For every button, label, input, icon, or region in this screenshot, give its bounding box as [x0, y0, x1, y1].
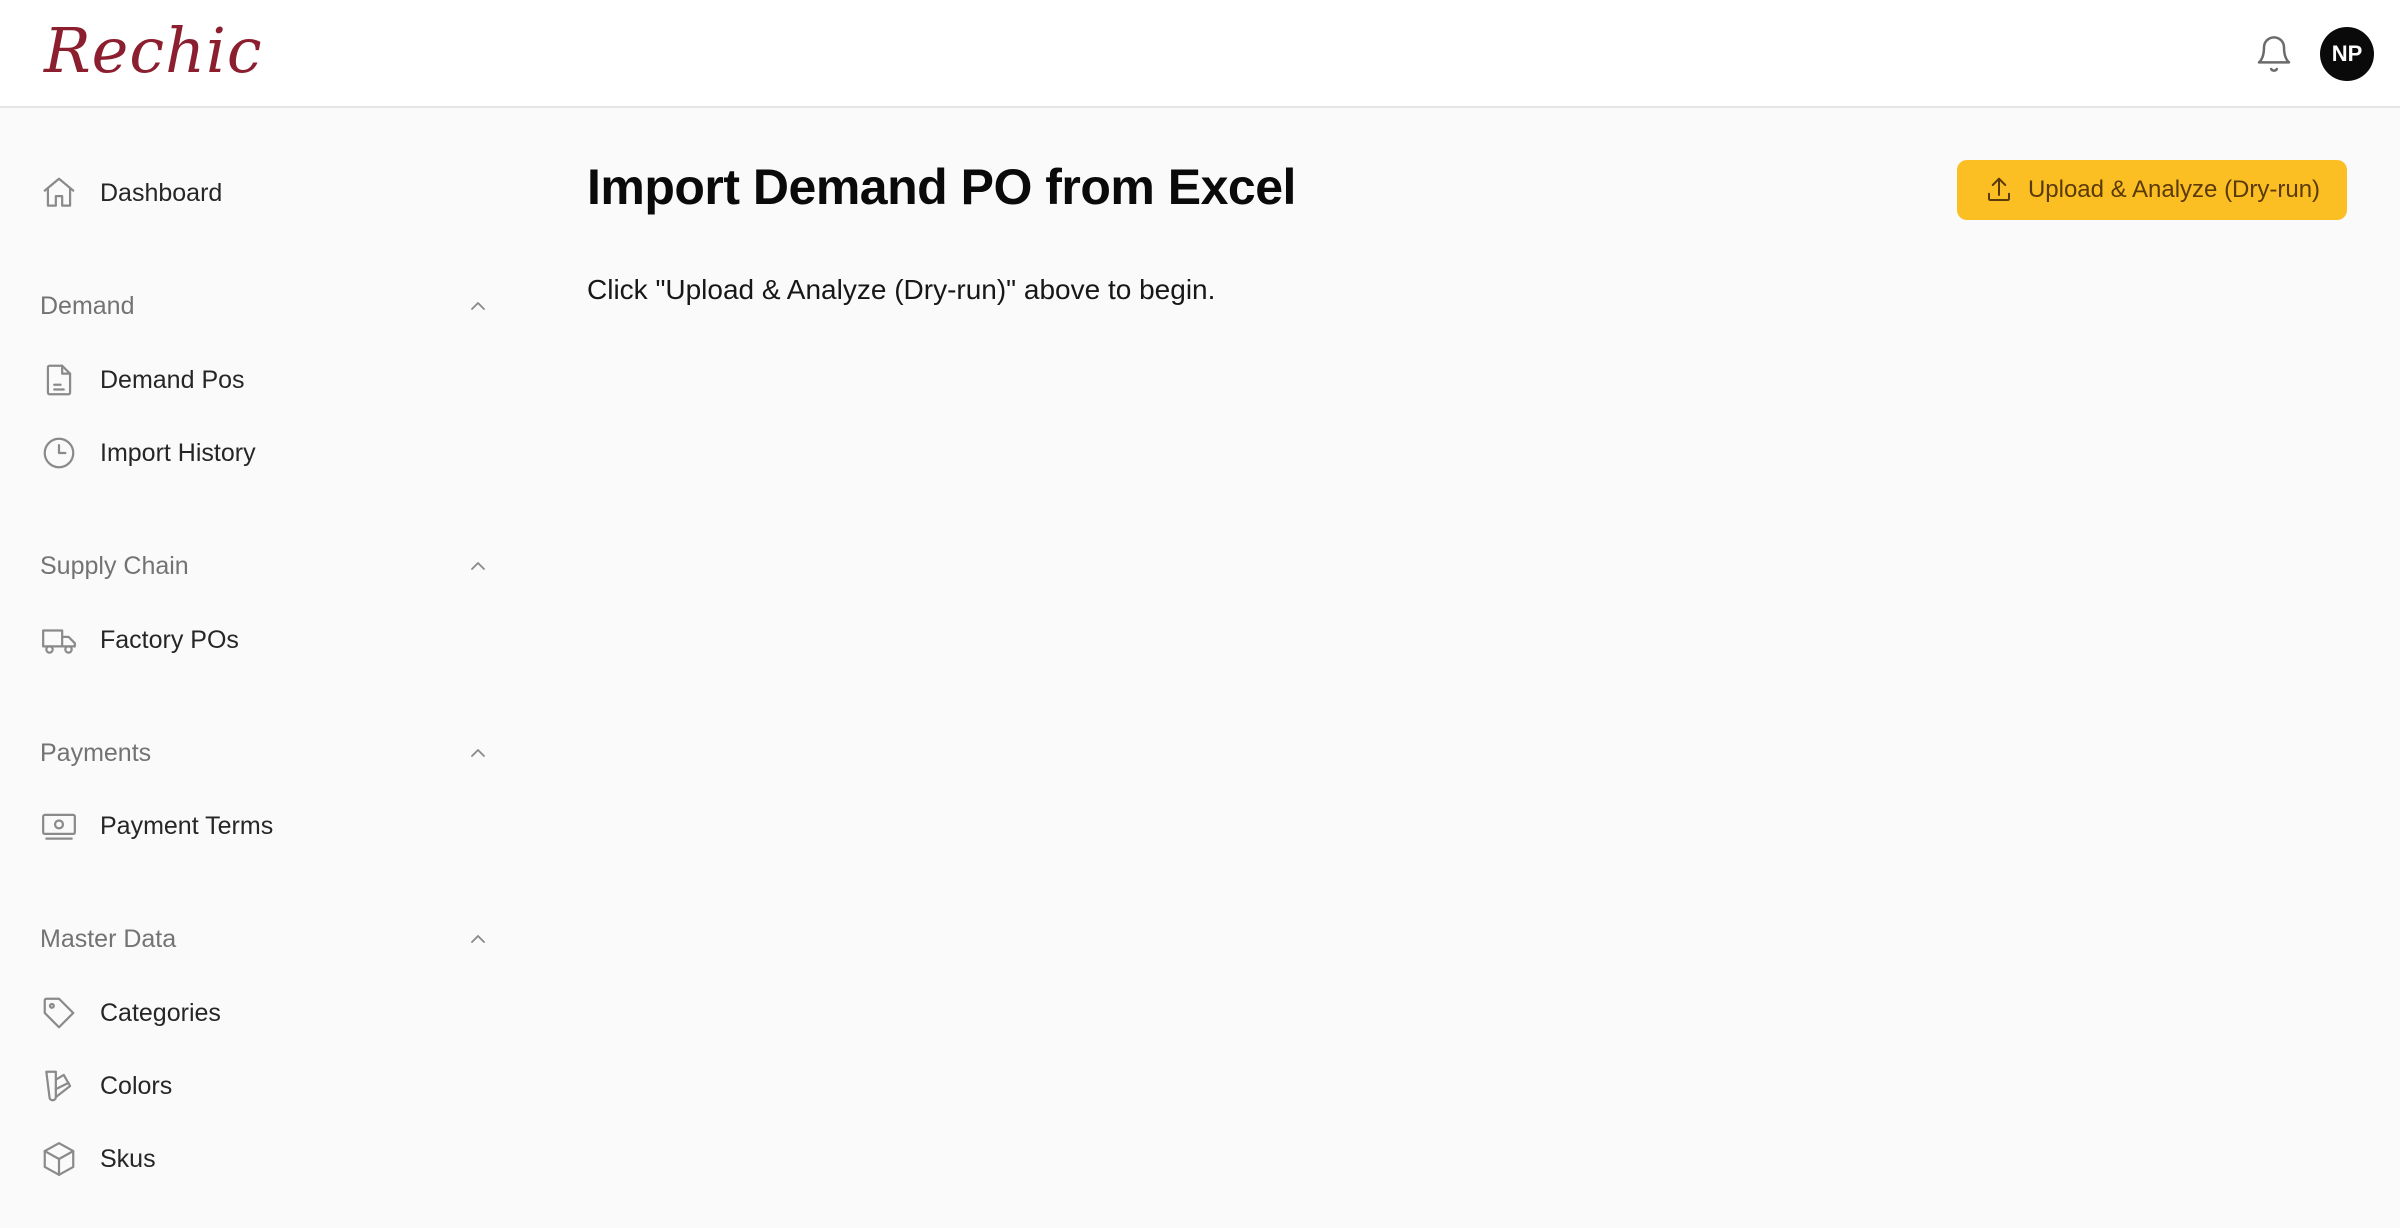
document-icon [46, 364, 72, 396]
sidebar-item-categories[interactable]: Categories [40, 985, 490, 1041]
sidebar-item-colors[interactable]: Colors [40, 1058, 490, 1114]
sidebar-item-label: Skus [100, 1144, 156, 1173]
home-icon [43, 177, 75, 207]
swatch-icon [45, 1070, 72, 1102]
upload-analyze-button[interactable]: Upload & Analyze (Dry-run) [1957, 160, 2347, 220]
top-bar: Rechic NP [0, 0, 2400, 108]
sidebar-section-demand[interactable]: Demand [40, 281, 490, 331]
upload-button-label: Upload & Analyze (Dry-run) [2027, 176, 2321, 203]
sidebar-item-label: Demand Pos [100, 365, 245, 394]
sidebar-item-label: Payment Terms [100, 811, 274, 840]
main-content: Import Demand PO from Excel Upload & Ana… [587, 110, 2367, 1228]
chevron-up-icon [471, 562, 485, 570]
app-logo[interactable]: Rechic [44, 14, 263, 87]
sidebar-item-label: Factory POs [100, 625, 239, 654]
truck-icon [42, 629, 76, 654]
page-title: Import Demand PO from Excel [587, 159, 1296, 215]
cube-icon [43, 1142, 75, 1176]
sidebar-item-label: Colors [100, 1071, 173, 1100]
upload-icon [1987, 177, 2010, 201]
sidebar-item-label: Import History [100, 438, 256, 467]
sidebar-section-supply-chain[interactable]: Supply Chain [40, 541, 490, 591]
section-label: Supply Chain [40, 551, 189, 580]
sidebar-item-label: Categories [100, 998, 221, 1027]
sidebar-item-label: Dashboard [100, 178, 223, 207]
section-label: Master Data [40, 924, 177, 953]
user-avatar[interactable]: NP [2320, 27, 2374, 81]
chevron-up-icon [471, 749, 485, 757]
clock-icon [43, 437, 75, 469]
sidebar-item-payment-terms[interactable]: Payment Terms [40, 798, 490, 854]
sidebar-item-import-history[interactable]: Import History [40, 425, 490, 481]
section-label: Payments [40, 738, 152, 767]
sidebar-item-dashboard[interactable]: Dashboard [40, 165, 490, 221]
chevron-up-icon [471, 302, 485, 310]
sidebar-item-factory-pos[interactable]: Factory POs [40, 612, 490, 668]
sidebar-section-master-data[interactable]: Master Data [40, 914, 490, 964]
section-label: Demand [40, 291, 135, 320]
notifications-bell-icon[interactable] [2254, 34, 2294, 74]
sidebar-item-demand-pos[interactable]: Demand Pos [40, 352, 490, 408]
instruction-text: Click "Upload & Analyze (Dry-run)" above… [587, 274, 1216, 305]
sidebar-section-payments[interactable]: Payments [40, 728, 490, 778]
chevron-up-icon [471, 935, 485, 943]
sidebar: Dashboard Demand Demand Pos Import History S… [0, 110, 520, 1228]
sidebar-item-skus[interactable]: Skus [40, 1131, 490, 1187]
tag-icon [43, 997, 75, 1029]
banknote-icon [42, 813, 76, 840]
